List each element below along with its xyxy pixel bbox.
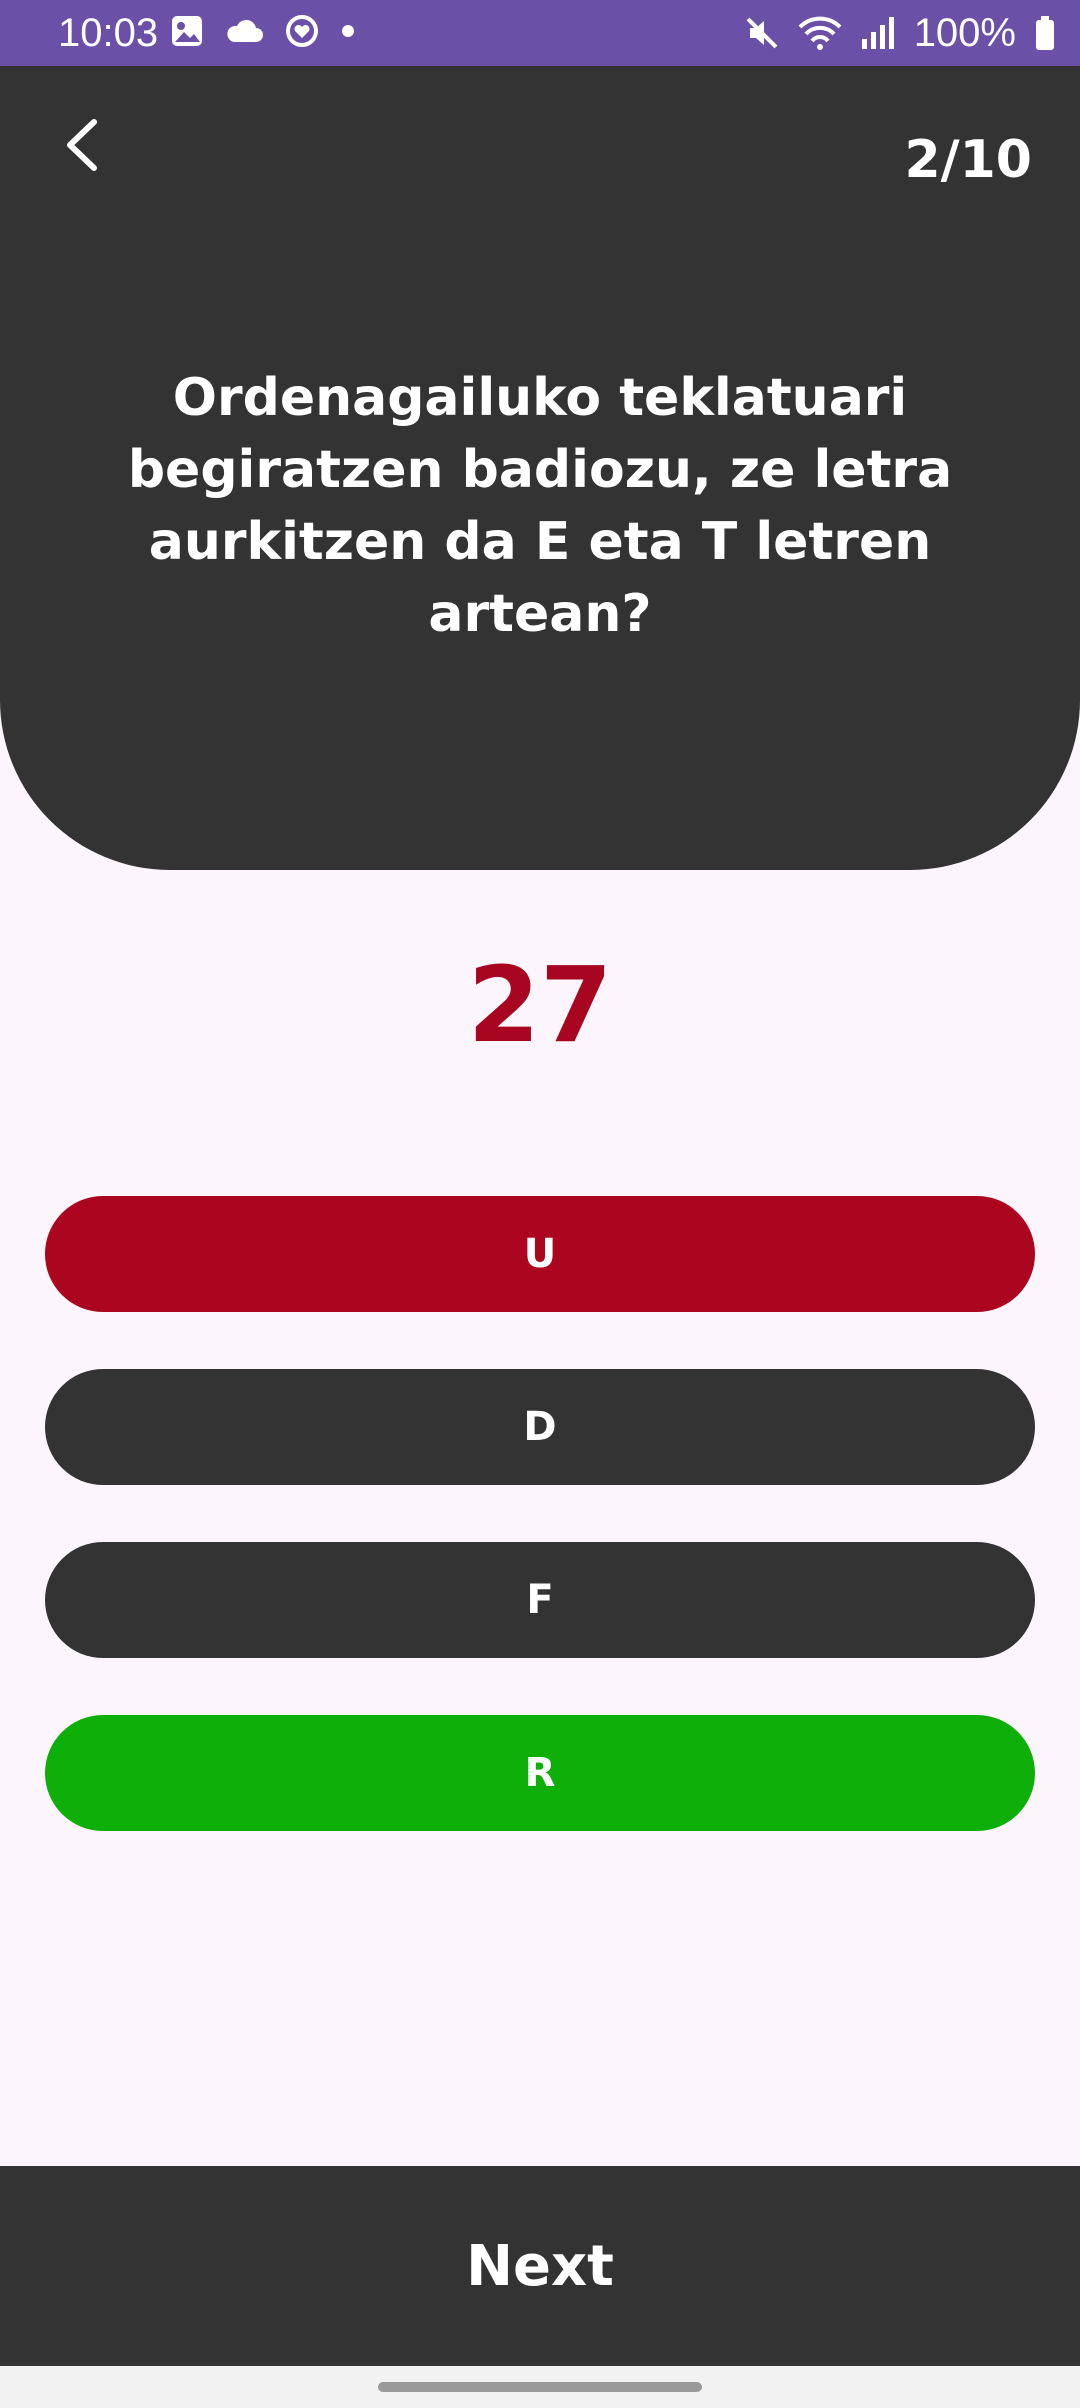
battery-icon xyxy=(1036,16,1054,50)
sync-heart-icon xyxy=(286,15,318,47)
gesture-handle[interactable] xyxy=(378,2382,702,2392)
dot-icon xyxy=(342,25,354,37)
next-label: Next xyxy=(466,2233,614,2299)
answer-button-u[interactable]: U xyxy=(45,1196,1035,1312)
answer-button-r[interactable]: R xyxy=(45,1715,1035,1831)
back-button[interactable] xyxy=(50,110,120,180)
image-icon xyxy=(172,16,202,46)
answer-button-f[interactable]: F xyxy=(45,1542,1035,1658)
status-system-icons: 100% xyxy=(744,8,1056,58)
status-bar: 10:03 100% xyxy=(0,0,1080,66)
question-progress: 2/10 xyxy=(904,130,1032,190)
question-header: 2/10 Ordenagailuko teklatuari begiratzen… xyxy=(0,66,1080,870)
cloud-icon xyxy=(227,19,263,42)
chevron-left-icon xyxy=(67,119,97,171)
navigation-bar xyxy=(0,2366,1080,2408)
answer-label: R xyxy=(524,1750,556,1796)
answer-button-d[interactable]: D xyxy=(45,1369,1035,1485)
status-notification-icons xyxy=(170,13,356,49)
status-time: 10:03 xyxy=(58,11,159,55)
signal-icon xyxy=(861,17,894,49)
mute-icon xyxy=(746,17,778,49)
answer-label: U xyxy=(523,1231,557,1277)
countdown-timer: 27 xyxy=(467,944,613,1066)
answer-label: D xyxy=(523,1404,557,1450)
question-text: Ordenagailuko teklatuari begiratzen badi… xyxy=(127,368,953,644)
wifi-icon xyxy=(798,16,842,50)
answer-label: F xyxy=(526,1577,554,1623)
next-button[interactable]: Next xyxy=(0,2166,1080,2366)
battery-percentage: 100% xyxy=(913,11,1016,55)
